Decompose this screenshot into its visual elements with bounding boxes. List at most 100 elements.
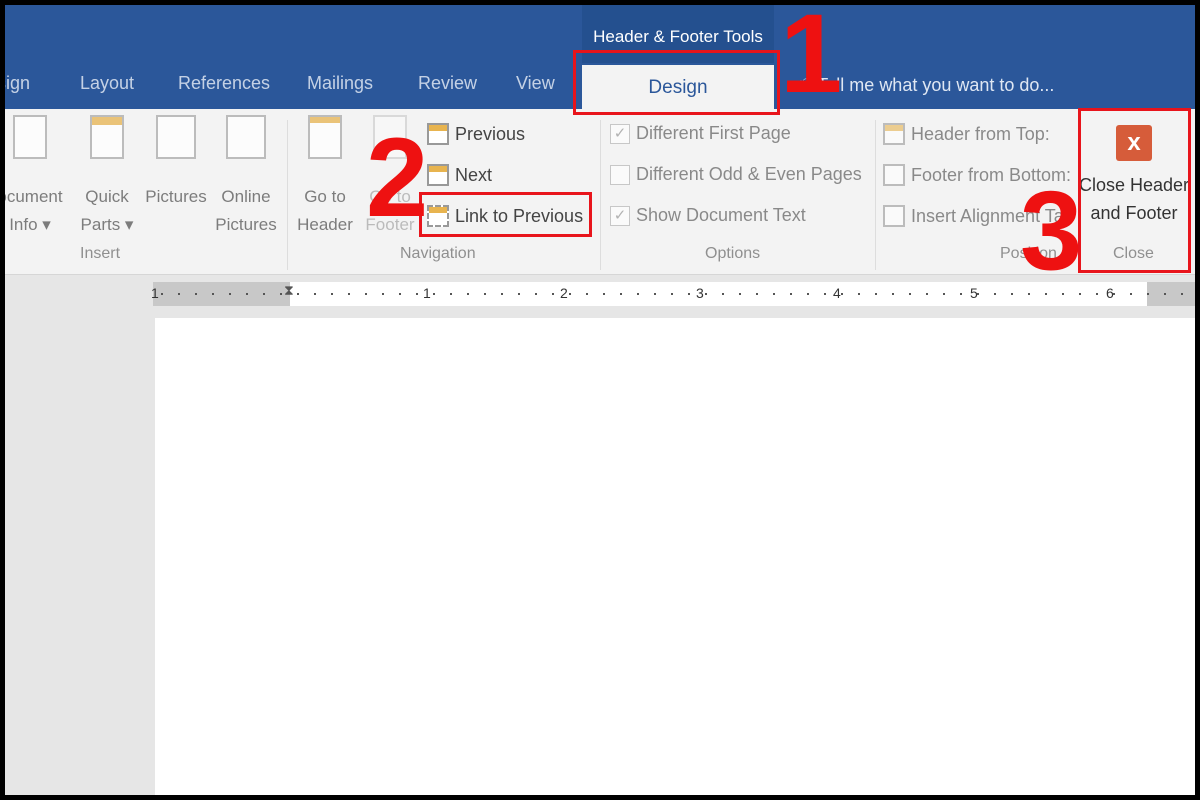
ruler-tick: [416, 293, 418, 295]
ruler-tick: [722, 293, 724, 295]
ruler-tick: [637, 293, 639, 295]
annotation-step-2: 2: [366, 115, 429, 240]
document-info-button[interactable]: ocument Info ▾: [5, 115, 75, 239]
ruler-tick: [824, 293, 826, 295]
group-label-insert: Insert: [80, 245, 121, 262]
ruler-tick: [1164, 293, 1166, 295]
ruler-tick: [1079, 293, 1081, 295]
ruler-tick: [943, 293, 945, 295]
previous-button[interactable]: Previous: [427, 123, 525, 145]
divider: [287, 120, 288, 270]
different-odd-even-checkbox[interactable]: Different Odd & Even Pages: [610, 164, 862, 185]
label: Parts ▾: [80, 215, 134, 234]
show-document-text-checkbox[interactable]: ✓ Show Document Text: [610, 205, 806, 226]
ruler-tick: [960, 293, 962, 295]
ruler-tick: [484, 293, 486, 295]
ruler-tick: [773, 293, 775, 295]
label: Go to: [304, 187, 346, 206]
header-from-top[interactable]: Header from Top:: [883, 123, 1078, 145]
ruler-tick: [280, 293, 282, 295]
tab-references[interactable]: References: [178, 73, 270, 94]
ruler-tick: [892, 293, 894, 295]
different-first-page-checkbox[interactable]: ✓ Different First Page: [610, 123, 791, 144]
quick-parts-icon: [90, 115, 124, 159]
pictures-icon: [156, 115, 196, 159]
ruler-margin-left: [153, 282, 290, 306]
checkbox-checked: ✓: [610, 123, 630, 144]
pictures-button[interactable]: Pictures: [141, 115, 211, 211]
label: Different First Page: [636, 123, 791, 143]
checkbox-checked: ✓: [610, 205, 630, 226]
ruler-tick: [1062, 293, 1064, 295]
label: ocument: [5, 187, 63, 206]
word-window: Header & Footer Tools sign Layout Refere…: [5, 5, 1195, 795]
ruler-tick: [671, 293, 673, 295]
ruler-tick: [229, 293, 231, 295]
ruler-number: 2: [560, 285, 568, 301]
ruler-tick: [161, 293, 163, 295]
ruler-tick: [1147, 293, 1149, 295]
tab-layout[interactable]: Layout: [80, 73, 134, 94]
divider: [600, 120, 601, 270]
label: Online: [221, 187, 271, 206]
ruler-tick: [450, 293, 452, 295]
ruler-tick: [977, 293, 979, 295]
tab-review[interactable]: Review: [418, 73, 477, 94]
annotation-step-3: 3: [1020, 168, 1083, 293]
go-to-header-icon: [308, 115, 342, 159]
document-page[interactable]: [155, 318, 1195, 795]
indent-marker-icon[interactable]: ⧗: [284, 282, 294, 299]
ruler-tick: [858, 293, 860, 295]
ruler-tick: [297, 293, 299, 295]
ruler-number: 3: [696, 285, 704, 301]
quick-parts-button[interactable]: Quick Parts ▾: [77, 115, 137, 239]
ruler-tick: [620, 293, 622, 295]
ruler-tick: [875, 293, 877, 295]
divider: [875, 120, 876, 270]
ruler-tick: [399, 293, 401, 295]
ruler-tick: [739, 293, 741, 295]
ruler-tick: [382, 293, 384, 295]
ruler-tick: [1045, 293, 1047, 295]
ruler-tick: [569, 293, 571, 295]
annotation-box-design-tab: [573, 50, 780, 115]
label: Quick: [85, 187, 129, 206]
label: Previous: [455, 123, 526, 144]
ruler-tick: [1028, 293, 1030, 295]
ruler-tick: [1011, 293, 1013, 295]
ruler-tick: [314, 293, 316, 295]
ruler-tick: [467, 293, 469, 295]
ruler-tick: [586, 293, 588, 295]
checkbox-unchecked: [610, 164, 630, 185]
tab-view[interactable]: View: [516, 73, 555, 94]
annotation-step-1: 1: [780, 0, 843, 116]
label: Different Odd & Even Pages: [636, 164, 862, 184]
group-label-options: Options: [705, 245, 761, 262]
ruler-tick: [909, 293, 911, 295]
go-to-header-button[interactable]: Go to Header: [292, 115, 358, 239]
label: Pictures: [145, 187, 207, 206]
ruler-tick: [501, 293, 503, 295]
label: Show Document Text: [636, 205, 806, 225]
label: Header from Top:: [911, 123, 1050, 144]
ruler-tick: [603, 293, 605, 295]
ruler-tick: [195, 293, 197, 295]
label: Info ▾: [9, 215, 51, 234]
footer-position-icon: [883, 164, 905, 186]
ruler-tick: [790, 293, 792, 295]
ruler-margin-right: [1147, 282, 1195, 306]
ruler-tick: [365, 293, 367, 295]
ruler-tick: [926, 293, 928, 295]
ruler-tick: [756, 293, 758, 295]
next-button[interactable]: Next: [427, 164, 492, 186]
ruler-tick: [994, 293, 996, 295]
tab-design-main[interactable]: sign: [5, 73, 30, 94]
ruler-tick: [263, 293, 265, 295]
online-pictures-button[interactable]: Online Pictures: [211, 115, 281, 239]
tab-mailings[interactable]: Mailings: [307, 73, 373, 94]
next-icon: [427, 164, 449, 186]
ruler-tick: [1181, 293, 1183, 295]
ruler-tick: [246, 293, 248, 295]
ruler-tick: [331, 293, 333, 295]
ruler-tick: [535, 293, 537, 295]
